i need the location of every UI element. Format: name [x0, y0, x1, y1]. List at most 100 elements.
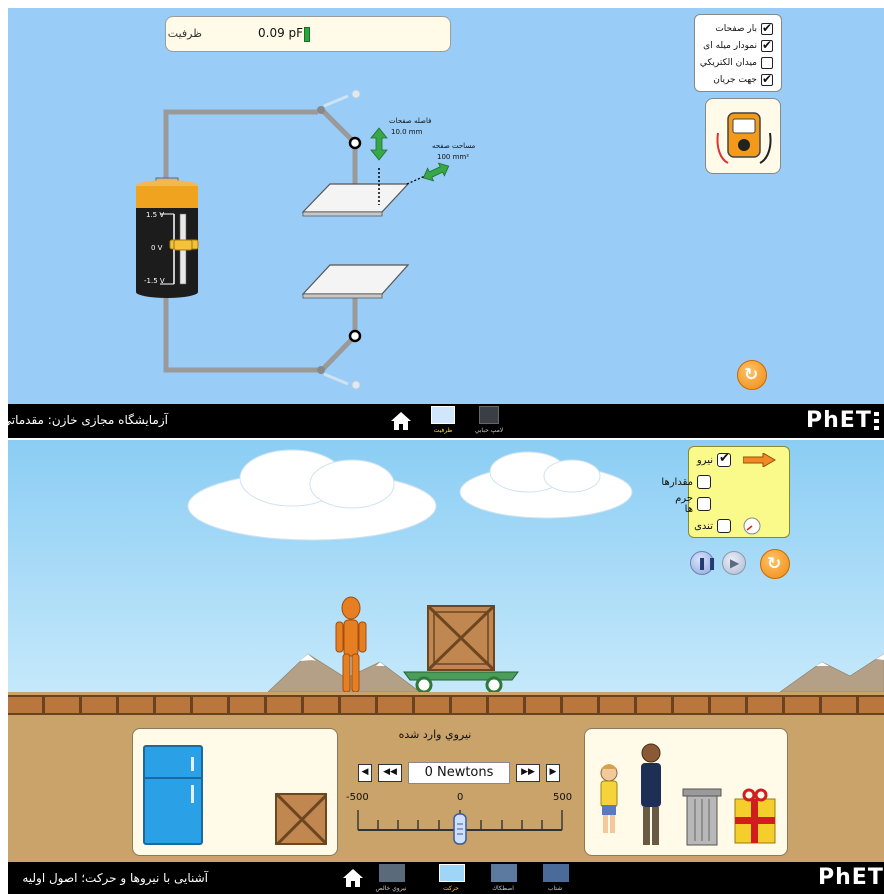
double-left-arrow-icon: ◀◀ [383, 767, 397, 777]
capacitor-lab-sim: 1.5 V 0 V -1.5 V فاصله صفحات 10.0 mm مسا… [0, 0, 884, 440]
option-plate-charges[interactable]: بار صفحات [715, 21, 773, 37]
option-electric-field[interactable]: ميدان الكتريكي [700, 55, 773, 71]
nav-bar: آشنايى با نيروها و حركت؛ اصول اوليه نيرو… [8, 862, 884, 894]
switch-bottom-pivot [348, 329, 362, 343]
mountains [267, 653, 884, 693]
option-speed[interactable]: تندى [694, 517, 731, 535]
slider-min-label: -500 [346, 792, 369, 803]
pause-button[interactable]: ❚❚ [690, 551, 718, 575]
cloud-icon [459, 451, 633, 519]
voltmeter-toolbox[interactable] [705, 98, 781, 174]
option-current-direction[interactable]: جهت جريان [713, 72, 773, 88]
slider-max-label: 500 [553, 792, 573, 803]
applied-force-slider[interactable] [350, 804, 570, 848]
cloud-icon [187, 449, 437, 541]
menu-icon[interactable] [874, 412, 879, 432]
top-plate [301, 183, 410, 213]
option-label: جهت جريان [713, 75, 757, 85]
tab-acceleration-icon [543, 864, 569, 882]
option-label: مقدارها [661, 476, 693, 488]
force-arrow-icon [743, 453, 776, 467]
tab-motion-icon [439, 864, 465, 882]
option-label: تندى [694, 520, 713, 532]
double-right-arrow-icon: ▶▶ [521, 767, 535, 777]
speedometer-icon [743, 517, 761, 535]
checkbox-icon[interactable] [717, 451, 731, 467]
increase-small-button[interactable]: ▶ [546, 764, 560, 782]
option-masses[interactable]: جرم ها [675, 493, 711, 515]
right-arrow-icon: ▶ [549, 767, 557, 777]
separation-label: فاصله صفحات [389, 117, 432, 125]
phet-logo[interactable]: PhET [806, 408, 872, 433]
right-objects [600, 743, 776, 846]
home-icon[interactable] [342, 868, 364, 888]
nav-bar: آزمايشگاه مجازى خازن: مقدماتى ظرفيت لامپ… [2, 404, 884, 438]
capacitance-label: ظرفيت [167, 27, 202, 40]
option-label: نيرو [696, 454, 713, 466]
slider-zero-label: 0 [457, 792, 464, 803]
option-label: بار صفحات [715, 24, 757, 34]
checkbox-icon[interactable] [697, 475, 711, 489]
battery-mid-label: 0 V [151, 244, 163, 252]
checkbox-icon[interactable] [697, 497, 711, 511]
checkbox-icon[interactable] [717, 519, 731, 533]
slider-thumb-icon [453, 813, 467, 845]
phet-logo-text: PhET [806, 408, 872, 433]
plate-area-value: 100 mm² [437, 153, 470, 161]
battery-top-label: 1.5 V [146, 211, 165, 219]
tab-friction-icon [491, 864, 517, 882]
tab-label: نيروي خالص [375, 885, 407, 892]
bottom-plate [301, 264, 410, 295]
option-label: ميدان الكتريكي [699, 58, 757, 68]
girl-icon [600, 764, 618, 833]
reset-icon: ↻ [744, 365, 759, 385]
checkbox-icon[interactable] [761, 38, 773, 52]
brick-strip [8, 695, 884, 715]
voltmeter-icon[interactable] [706, 99, 782, 175]
trash-can-icon [682, 788, 722, 846]
option-values[interactable]: مقدارها [661, 473, 711, 491]
tab-label: لامپ حبابي [474, 427, 504, 434]
right-object-panel [584, 728, 788, 856]
applied-force-value: 0 Newtons [408, 762, 510, 784]
reset-icon: ↻ [767, 554, 782, 574]
option-forces[interactable]: نيرو [697, 451, 731, 469]
tab-light-bulb[interactable]: لامپ حبابي [472, 405, 506, 435]
option-label: جرم ها [675, 493, 693, 515]
reset-all-button[interactable]: ↻ [760, 549, 790, 579]
tab-capacitance-icon [431, 406, 455, 424]
man-icon [641, 743, 661, 845]
reset-all-button[interactable]: ↻ [737, 360, 767, 390]
home-icon[interactable] [390, 411, 412, 431]
tab-capacitance[interactable]: ظرفيت [426, 405, 460, 435]
decrease-large-button[interactable]: ◀◀ [378, 764, 402, 782]
left-object-panel [132, 728, 338, 856]
decrease-small-button[interactable]: ◀ [358, 764, 372, 782]
tab-acceleration[interactable]: شتاب [538, 863, 572, 893]
battery-bottom-label: -1.5 V [144, 277, 165, 285]
increase-large-button[interactable]: ▶▶ [516, 764, 540, 782]
refrigerator-icon[interactable] [143, 745, 203, 845]
tab-motion[interactable]: حركت [434, 863, 468, 893]
checkbox-icon[interactable] [761, 57, 773, 69]
tab-label: حركت [443, 885, 459, 892]
capacitance-meter-bar [304, 27, 310, 42]
crate-icon[interactable] [275, 793, 327, 845]
sim-title: آشنايى با نيروها و حركت؛ اصول اوليه [22, 871, 208, 885]
pause-icon: ❚❚ [697, 556, 718, 570]
sim-title: آزمايشگاه مجازى خازن: مقدماتى [1, 413, 168, 427]
tab-friction[interactable]: اصطكاك [486, 863, 520, 893]
phet-logo-text: PhET [818, 865, 884, 890]
view-options-panel: بار صفحات نمودار ميله اى ميدان الكتريكي … [694, 14, 782, 92]
plate-area-label: مساحت صفحه [432, 142, 476, 150]
step-button[interactable]: ▶ [722, 551, 746, 575]
checkbox-icon[interactable] [761, 21, 773, 35]
view-options-panel: نيرو مقدارها جرم ها تندى [661, 446, 790, 538]
tab-net-force[interactable]: نيروي خالص [374, 863, 408, 893]
area-arrow-icon [422, 162, 450, 182]
phet-logo[interactable]: PhET [818, 865, 884, 890]
option-bar-graph[interactable]: نمودار ميله اى [703, 38, 773, 54]
left-arrow-icon: ◀ [361, 767, 369, 777]
checkbox-icon[interactable] [761, 72, 773, 86]
tab-label: ظرفيت [433, 427, 453, 434]
